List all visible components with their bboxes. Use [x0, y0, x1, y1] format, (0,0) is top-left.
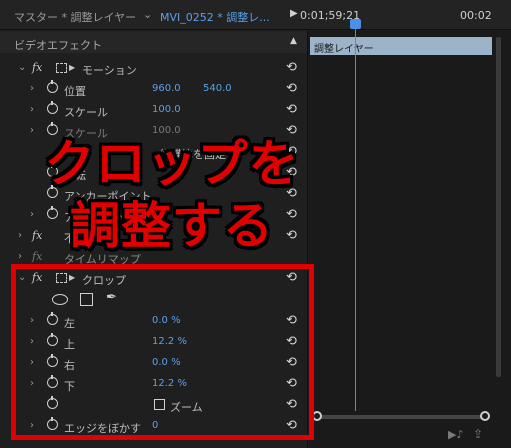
twirl-down-icon[interactable]: ⌄	[18, 62, 26, 73]
motion-transform-icon[interactable]	[56, 63, 67, 73]
scale-value[interactable]: 100.0	[152, 104, 181, 115]
stopwatch-icon[interactable]	[47, 80, 58, 93]
reset-icon[interactable]: ⟲	[286, 60, 297, 75]
twirl-icon[interactable]: ›	[30, 104, 34, 115]
audio-play-icon[interactable]: ▶♪	[448, 428, 463, 441]
motion-arrow-icon: ▶	[69, 63, 76, 72]
collapse-up-icon[interactable]: ▲	[290, 36, 297, 46]
zoom-scrollbar[interactable]	[314, 415, 490, 419]
sequence-clip-tab[interactable]: MVI_0252 * 調整レ...	[160, 9, 270, 25]
effect-row-motion[interactable]: ⌄ fx ▶ モーション ⟲	[0, 59, 307, 80]
fx-icon[interactable]: fx	[32, 61, 42, 74]
reset-icon[interactable]: ⟲	[286, 102, 297, 117]
crop-highlight-box	[11, 264, 314, 440]
param-row-position: › 位置 960.0 540.0 ⟲	[0, 80, 307, 101]
playhead-line[interactable]	[355, 25, 356, 411]
timecode-end: 00:02	[460, 9, 492, 22]
export-icon[interactable]: ⇪	[473, 427, 483, 441]
effect-label: モーション	[82, 64, 137, 77]
param-label: 位置	[64, 85, 86, 98]
play-icon[interactable]: ▶	[290, 8, 298, 19]
reset-icon[interactable]: ⟲	[286, 81, 297, 96]
overlay-caption-line2: 調整する	[70, 197, 274, 255]
effect-timeline: 調整レイヤー ▶♪ ⇪	[307, 19, 511, 448]
param-row-scale: › スケール 100.0 ⟲	[0, 101, 307, 122]
zoom-handle-right[interactable]	[480, 411, 490, 421]
param-label: スケール	[64, 106, 108, 119]
position-y-value[interactable]: 540.0	[203, 83, 232, 94]
position-x-value[interactable]: 960.0	[152, 83, 181, 94]
twirl-icon[interactable]: ›	[30, 83, 34, 94]
panel-tab-bar: マスター * 調整レイヤー ⌄ MVI_0252 * 調整レ... ▶ 0:01…	[0, 0, 511, 30]
video-effects-header: ビデオエフェクト ▲	[0, 31, 307, 53]
vertical-scrollbar[interactable]	[496, 37, 501, 377]
master-clip-tab[interactable]: マスター * 調整レイヤー	[14, 9, 136, 25]
clip-label: 調整レイヤー	[314, 44, 374, 55]
adjustment-layer-clip[interactable]: 調整レイヤー	[310, 37, 492, 55]
chevron-down-icon[interactable]: ⌄	[143, 8, 152, 21]
section-title: ビデオエフェクト	[14, 39, 102, 52]
stopwatch-icon[interactable]	[47, 101, 58, 114]
